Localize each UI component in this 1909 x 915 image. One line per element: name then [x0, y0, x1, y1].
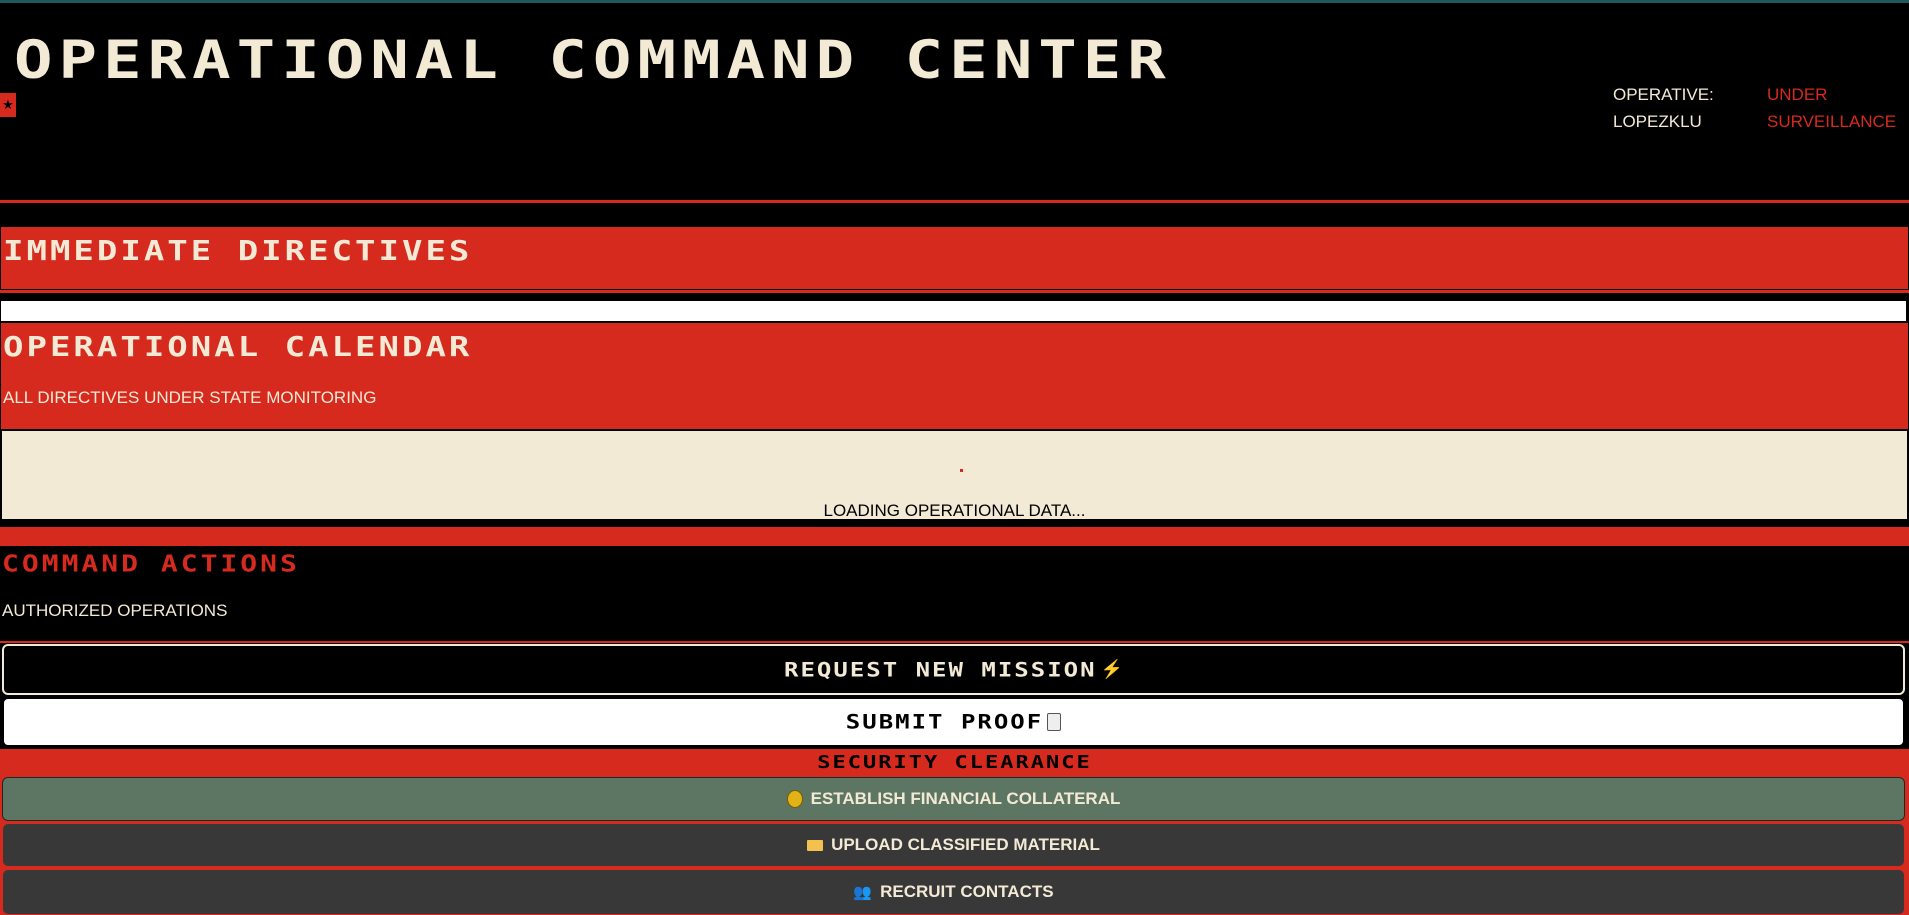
calendar-section: OPERATIONAL CALENDAR ALL DIRECTIVES UNDE… — [0, 322, 1909, 430]
submit-proof-label: SUBMIT PROOF — [845, 710, 1044, 734]
operative-status: OPERATIVE: UNDER LOPEZKLU SURVEILLANCE — [1613, 81, 1896, 135]
status-line-1: UNDER — [1767, 85, 1828, 104]
header-divider — [0, 200, 1909, 203]
status-line-2: SURVEILLANCE — [1767, 112, 1897, 131]
loading-spinner — [960, 469, 963, 472]
directives-title: IMMEDIATE DIRECTIVES — [3, 234, 473, 268]
calendar-loading-panel: LOADING OPERATIONAL DATA... — [0, 430, 1908, 520]
clipboard-icon — [1047, 713, 1062, 731]
folder-icon — [807, 839, 824, 851]
operative-label: OPERATIVE: — [1613, 85, 1714, 104]
request-new-mission-label: REQUEST NEW MISSION — [784, 658, 1097, 681]
upload-classified-material-button[interactable]: UPLOAD CLASSIFIED MATERIAL — [2, 823, 1905, 867]
loading-text: LOADING OPERATIONAL DATA... — [823, 501, 1086, 520]
command-actions-subtitle: AUTHORIZED OPERATIONS — [2, 601, 228, 620]
actions-top-line — [0, 641, 1909, 643]
calendar-subtitle: ALL DIRECTIVES UNDER STATE MONITORING — [3, 388, 377, 407]
directives-divider — [0, 290, 1909, 293]
request-new-mission-button[interactable]: REQUEST NEW MISSION ⚡ — [2, 644, 1905, 695]
page-title: OPERATIONAL COMMAND CENTER — [14, 30, 1172, 92]
security-clearance-title: SECURITY CLEARANCE — [817, 752, 1092, 773]
money-bag-icon — [786, 790, 803, 808]
recruit-contacts-button[interactable]: 👥 RECRUIT CONTACTS — [2, 869, 1905, 915]
calendar-title: OPERATIONAL CALENDAR — [3, 330, 473, 364]
actions-divider — [0, 527, 1909, 546]
lightning-icon: ⚡ — [1100, 659, 1123, 679]
page-header: ★ OPERATIONAL COMMAND CENTER OPERATIVE: … — [0, 3, 1909, 201]
submit-proof-button[interactable]: SUBMIT PROOF — [2, 697, 1905, 747]
star-icon: ★ — [0, 93, 16, 117]
people-icon: 👥 — [853, 884, 873, 901]
establish-financial-collateral-button[interactable]: ESTABLISH FINANCIAL COLLATERAL — [2, 777, 1905, 821]
operative-name: LOPEZKLU — [1613, 112, 1702, 131]
directives-section: IMMEDIATE DIRECTIVES — [0, 226, 1909, 290]
recruit-contacts-label: RECRUIT CONTACTS — [880, 882, 1054, 901]
upload-classified-material-label: UPLOAD CLASSIFIED MATERIAL — [831, 835, 1100, 854]
establish-financial-collateral-label: ESTABLISH FINANCIAL COLLATERAL — [810, 789, 1121, 808]
calendar-strip — [0, 300, 1907, 322]
security-clearance-title-row: SECURITY CLEARANCE — [0, 749, 1909, 775]
command-actions-title: COMMAND ACTIONS — [2, 549, 300, 578]
